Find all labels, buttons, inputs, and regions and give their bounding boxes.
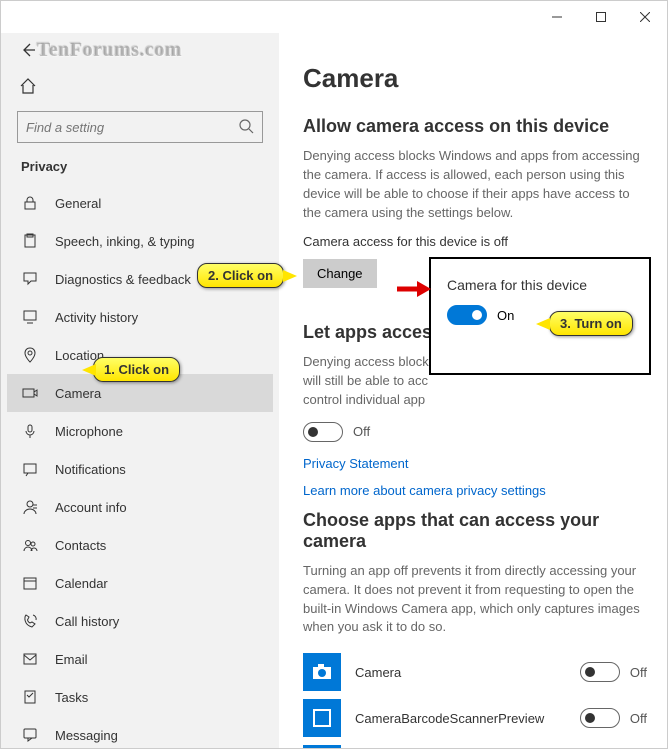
app-name: Camera	[355, 665, 580, 680]
sidebar-item-tasks[interactable]: Tasks	[7, 678, 273, 716]
app-row: CameraOff	[303, 649, 647, 695]
search-field[interactable]	[26, 120, 238, 135]
callout-2: 2. Click on	[197, 263, 284, 288]
calendar-icon	[21, 574, 39, 592]
app-toggle[interactable]: Off	[580, 708, 647, 728]
sidebar-item-label: Email	[55, 652, 88, 667]
toggle-switch[interactable]	[303, 422, 343, 442]
feedback-icon	[21, 270, 39, 288]
sidebar-item-microphone[interactable]: Microphone	[7, 412, 273, 450]
app-toggle[interactable]: Off	[580, 662, 647, 682]
privacy-statement-link[interactable]: Privacy Statement	[303, 456, 647, 471]
activity-icon	[21, 308, 39, 326]
sidebar-item-label: Notifications	[55, 462, 126, 477]
sidebar-item-label: Messaging	[55, 728, 118, 743]
section3-heading: Choose apps that can access your camera	[303, 510, 647, 552]
sidebar-item-contacts[interactable]: Contacts	[7, 526, 273, 564]
messaging-icon	[21, 726, 39, 744]
home-button[interactable]	[7, 69, 273, 103]
section1-desc: Denying access blocks Windows and apps f…	[303, 147, 647, 222]
change-button[interactable]: Change	[303, 259, 377, 288]
sidebar-item-label: Calendar	[55, 576, 108, 591]
learn-more-link[interactable]: Learn more about camera privacy settings	[303, 483, 647, 498]
app-icon	[303, 699, 341, 737]
camera-icon	[21, 384, 39, 402]
popup-title: Camera for this device	[447, 277, 633, 293]
main-content: Camera Allow camera access on this devic…	[279, 33, 667, 748]
section1-status: Camera access for this device is off	[303, 234, 647, 249]
sidebar-item-label: Diagnostics & feedback	[55, 272, 191, 287]
sidebar-item-label: Speech, inking, & typing	[55, 234, 194, 249]
red-arrow-annotation	[397, 279, 431, 302]
section1-heading: Allow camera access on this device	[303, 116, 647, 137]
sidebar-item-calendar[interactable]: Calendar	[7, 564, 273, 602]
location-icon	[21, 346, 39, 364]
maximize-button[interactable]	[579, 1, 623, 33]
lock-icon	[21, 194, 39, 212]
app-row: CortanaOff	[303, 741, 647, 748]
app-row: CameraBarcodeScannerPreviewOff	[303, 695, 647, 741]
callout-3: 3. Turn on	[549, 311, 633, 336]
notifications-icon	[21, 460, 39, 478]
tasks-icon	[21, 688, 39, 706]
sidebar-item-label: Call history	[55, 614, 119, 629]
section3-desc: Turning an app off prevents it from dire…	[303, 562, 647, 637]
back-button[interactable]	[7, 33, 273, 67]
minimize-button[interactable]	[535, 1, 579, 33]
sidebar: Privacy General Speech, inking, & typing D…	[1, 33, 279, 748]
sidebar-item-call-history[interactable]: Call history	[7, 602, 273, 640]
apps-list: CameraOffCameraBarcodeScannerPreviewOffC…	[303, 649, 647, 748]
sidebar-item-label: Tasks	[55, 690, 88, 705]
sidebar-item-email[interactable]: Email	[7, 640, 273, 678]
email-icon	[21, 650, 39, 668]
clipboard-icon	[21, 232, 39, 250]
close-button[interactable]	[623, 1, 667, 33]
search-icon	[238, 118, 254, 137]
toggle-switch[interactable]	[447, 305, 487, 325]
popup-toggle-label: On	[497, 308, 514, 323]
contacts-icon	[21, 536, 39, 554]
sidebar-item-label: Account info	[55, 500, 127, 515]
sidebar-item-label: Contacts	[55, 538, 106, 553]
sidebar-item-general[interactable]: General	[7, 184, 273, 222]
search-input[interactable]	[17, 111, 263, 143]
section-title: Privacy	[7, 153, 273, 184]
page-title: Camera	[303, 63, 647, 94]
sidebar-item-activity-history[interactable]: Activity history	[7, 298, 273, 336]
callhistory-icon	[21, 612, 39, 630]
callout-1: 1. Click on	[93, 357, 180, 382]
app-icon	[303, 653, 341, 691]
sidebar-item-messaging[interactable]: Messaging	[7, 716, 273, 748]
app-icon	[303, 745, 341, 748]
sidebar-item-label: Activity history	[55, 310, 138, 325]
apps-access-toggle[interactable]: Off	[303, 422, 647, 442]
sidebar-item-account-info[interactable]: Account info	[7, 488, 273, 526]
sidebar-item-label: Camera	[55, 386, 101, 401]
microphone-icon	[21, 422, 39, 440]
titlebar	[1, 1, 667, 33]
app-name: CameraBarcodeScannerPreview	[355, 711, 580, 726]
toggle-label: Off	[353, 424, 370, 439]
sidebar-item-notifications[interactable]: Notifications	[7, 450, 273, 488]
sidebar-item-label: General	[55, 196, 101, 211]
sidebar-item-label: Microphone	[55, 424, 123, 439]
sidebar-item-speech-inking-typing[interactable]: Speech, inking, & typing	[7, 222, 273, 260]
account-icon	[21, 498, 39, 516]
